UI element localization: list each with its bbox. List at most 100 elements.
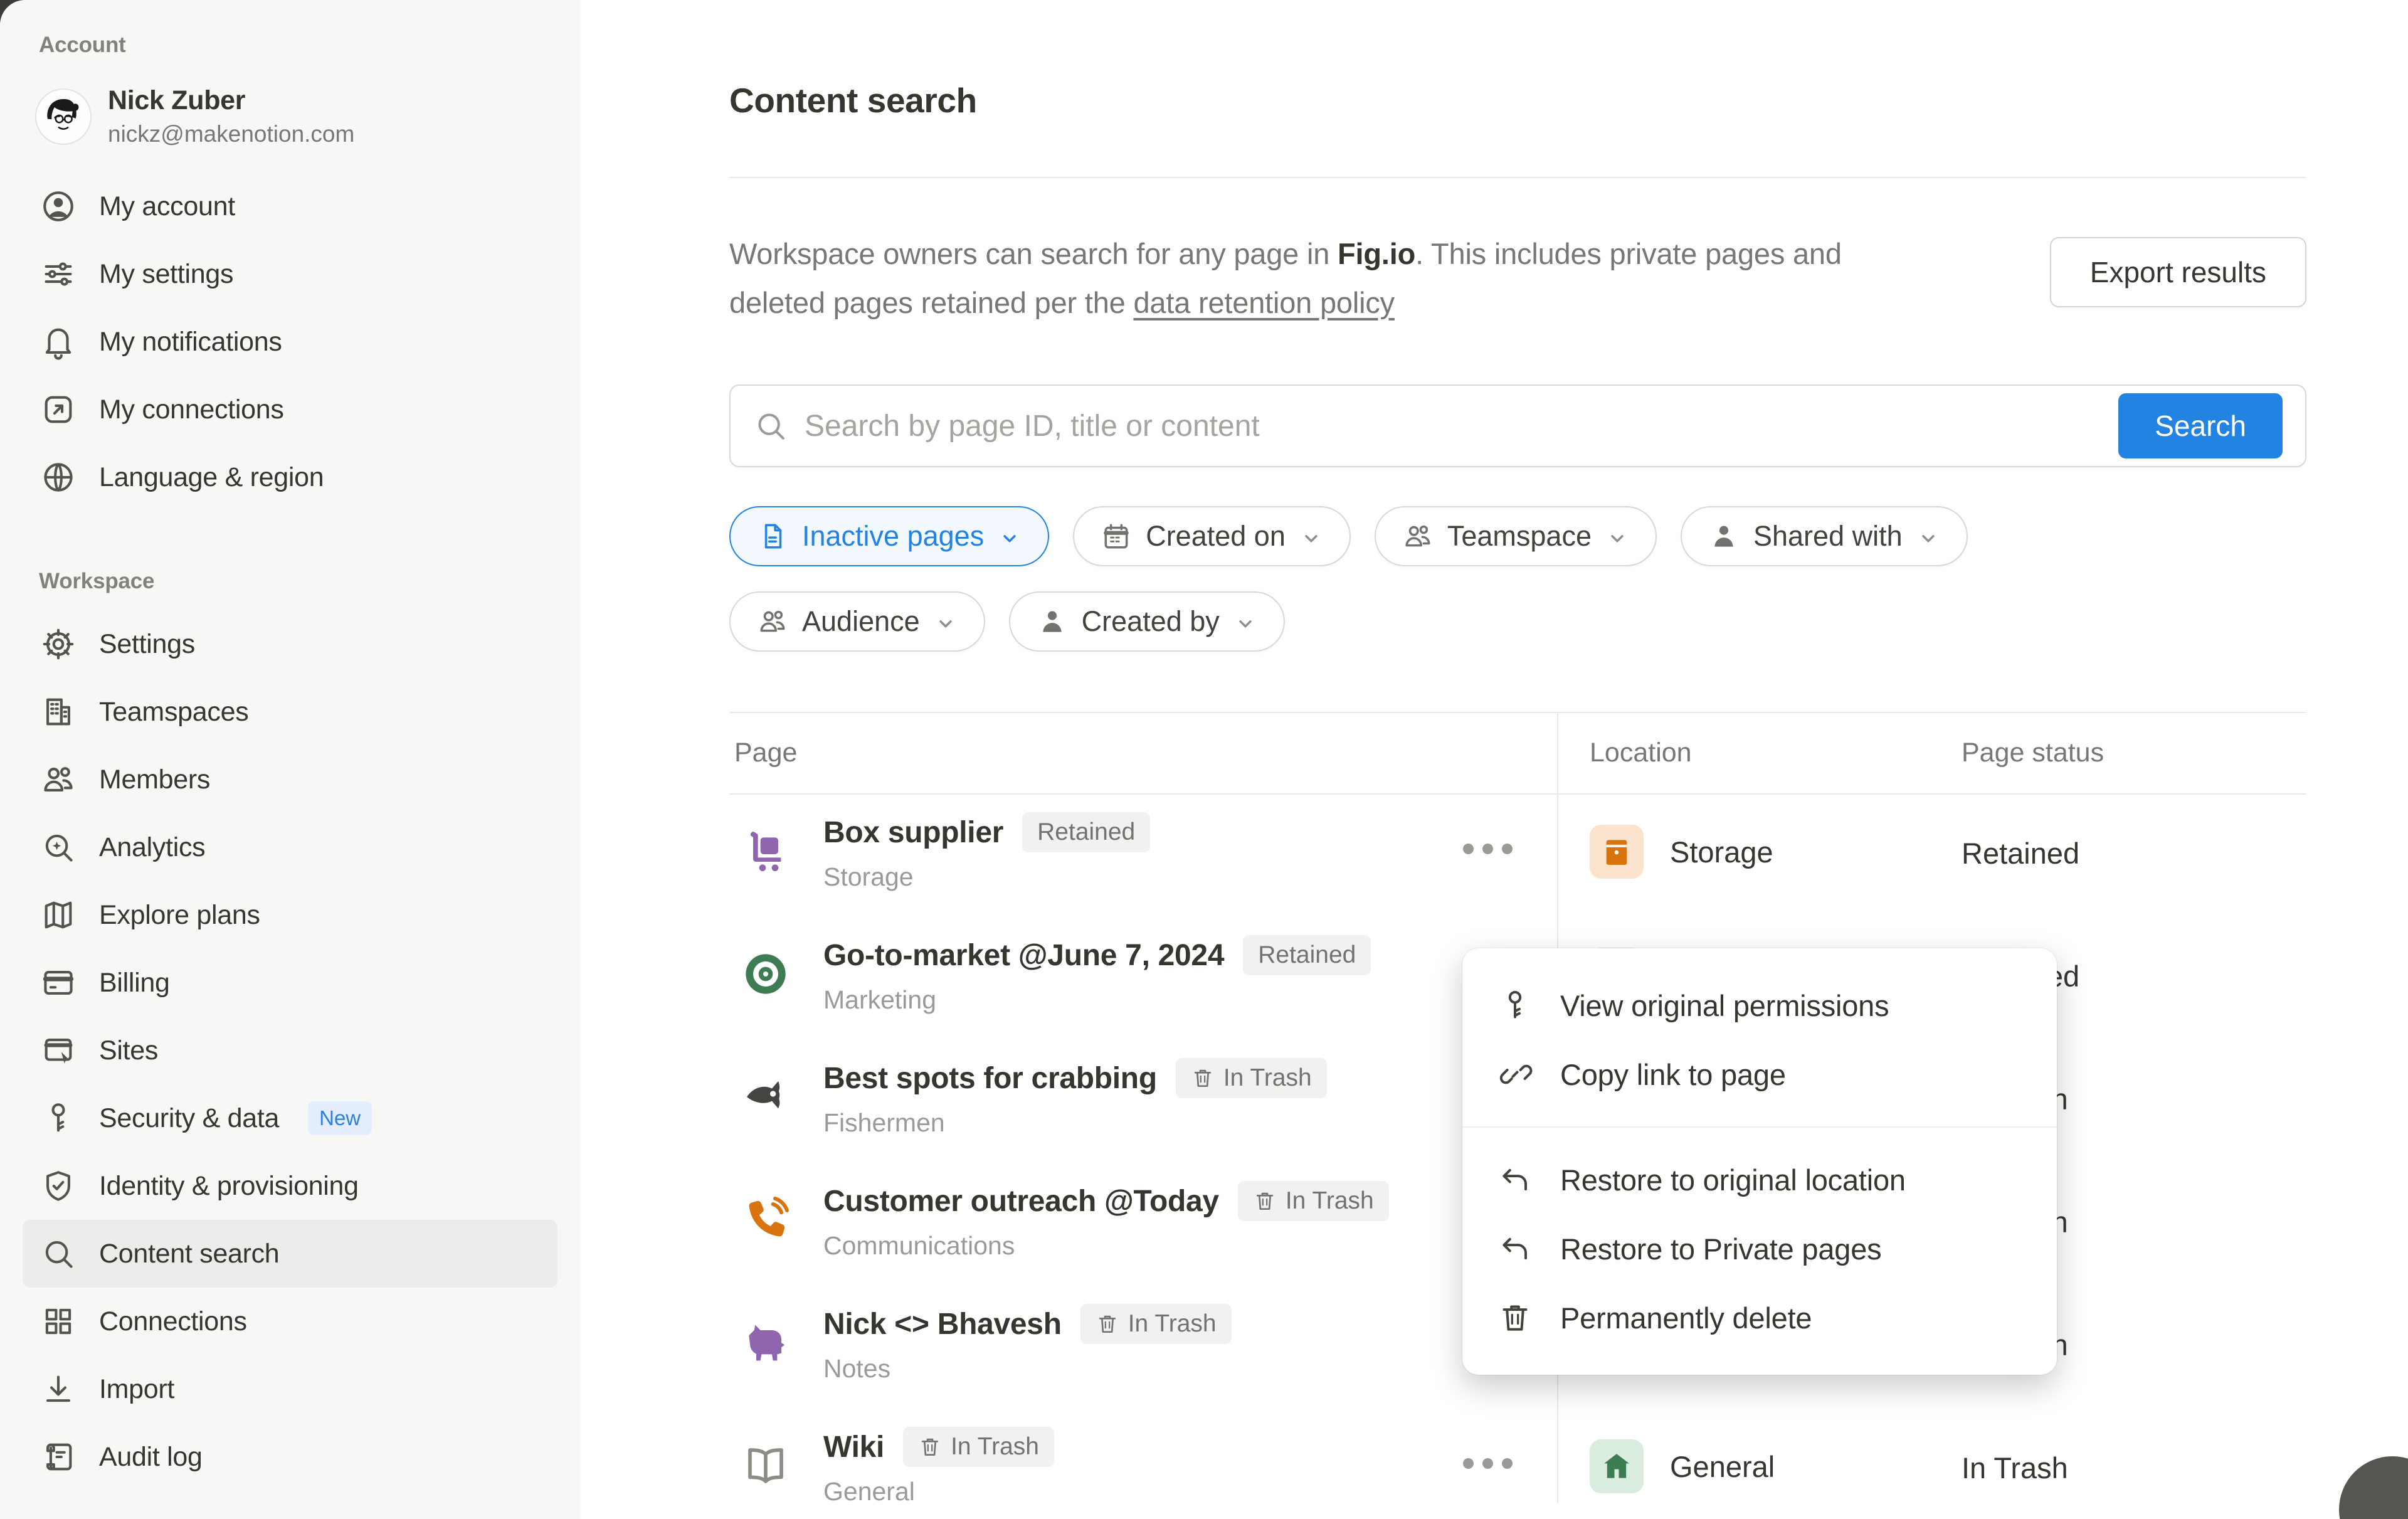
search-button[interactable]: Search (2118, 393, 2283, 458)
book-icon (741, 1441, 791, 1491)
browser-cursor-icon (40, 1032, 77, 1069)
title-divider (729, 177, 2306, 178)
sidebar-item-teamspaces[interactable]: Teamspaces (23, 678, 557, 746)
sidebar-item-import[interactable]: Import (23, 1355, 557, 1423)
location-label: Storage (1670, 835, 1773, 869)
table-row[interactable]: Box supplier Retained Storage Storage Re… (729, 795, 2306, 918)
sidebar-item-explore-plans[interactable]: Explore plans (23, 881, 557, 949)
building-icon (40, 694, 77, 730)
page-subtitle: Fishermen (823, 1108, 1327, 1138)
search-icon (40, 1236, 77, 1272)
people-icon (1402, 521, 1434, 552)
chevron-down-icon (1299, 524, 1323, 548)
sidebar-item-label: Settings (99, 629, 195, 660)
export-results-button[interactable]: Export results (2050, 237, 2306, 307)
search-icon (753, 408, 788, 443)
page-title: Content search (729, 80, 2306, 120)
filter-label: Created by (1082, 605, 1220, 638)
page-subtitle: Notes (823, 1354, 1232, 1384)
box-glyph-tile (1590, 825, 1644, 879)
menu-item-restore-to-original-location[interactable]: Restore to original location (1462, 1145, 2057, 1214)
page-description: Workspace owners can search for any page… (729, 230, 1921, 327)
filter-pill-created-on[interactable]: Created on (1073, 506, 1351, 566)
page-subtitle: Storage (823, 862, 1150, 892)
page-title-cell[interactable]: Best spots for crabbing (823, 1061, 1157, 1096)
sidebar-item-billing[interactable]: Billing (23, 949, 557, 1017)
column-header-location: Location (1590, 712, 1692, 793)
trash-icon (1253, 1189, 1277, 1213)
menu-item-copy-link-to-page[interactable]: Copy link to page (1462, 1040, 2057, 1109)
person-icon (1037, 606, 1068, 637)
column-header-page-status: Page status (1962, 712, 2104, 793)
sidebar-item-members[interactable]: Members (23, 746, 557, 813)
table-row[interactable]: Wiki In Trash General General In Trash (729, 1409, 2306, 1519)
page-title-cell[interactable]: Customer outreach @Today (823, 1184, 1219, 1219)
menu-item-permanently-delete[interactable]: Permanently delete (1462, 1283, 2057, 1352)
new-badge: New (308, 1101, 372, 1135)
page-status-badge: In Trash (1080, 1304, 1232, 1344)
page-status-cell: In Trash (1962, 1451, 2068, 1485)
donkey-icon (741, 1318, 791, 1368)
sidebar-item-my-notifications[interactable]: My notifications (23, 308, 557, 376)
sidebar-item-label: My account (99, 191, 235, 222)
chevron-down-icon (1233, 610, 1257, 633)
row-actions-button[interactable] (1463, 844, 1532, 854)
sidebar-item-analytics[interactable]: Analytics (23, 813, 557, 881)
sidebar-item-label: My settings (99, 259, 233, 290)
page-title-cell[interactable]: Nick <> Bhavesh (823, 1307, 1062, 1342)
filter-pill-audience[interactable]: Audience (729, 591, 985, 652)
section-label-account: Account (39, 33, 580, 58)
sidebar-item-my-connections[interactable]: My connections (23, 376, 557, 443)
sidebar-item-content-search[interactable]: Content search (23, 1220, 557, 1288)
menu-item-label: Permanently delete (1560, 1301, 1812, 1335)
badge-label: Retained (1258, 941, 1356, 969)
filter-pill-created-by[interactable]: Created by (1009, 591, 1285, 652)
account-user[interactable]: Nick Zuber nickz@makenotion.com (36, 85, 580, 147)
page-title-cell[interactable]: Go-to-market @June 7, 2024 (823, 938, 1224, 973)
sidebar-item-identity-provisioning[interactable]: Identity & provisioning (23, 1152, 557, 1220)
search-input[interactable] (805, 409, 2118, 443)
trash-icon (918, 1435, 942, 1459)
filter-label: Audience (802, 605, 920, 638)
sidebar-item-audit-log[interactable]: Audit log (23, 1423, 557, 1491)
sidebar-item-connections[interactable]: Connections (23, 1288, 557, 1355)
credit-card-icon (40, 965, 77, 1001)
sidebar-item-sites[interactable]: Sites (23, 1017, 557, 1084)
workspace-name: Fig.io (1338, 237, 1415, 270)
menu-item-view-original-permissions[interactable]: View original permissions (1462, 971, 2057, 1040)
filter-pill-shared-with[interactable]: Shared with (1681, 506, 1968, 566)
menu-item-label: Copy link to page (1560, 1057, 1786, 1092)
page-title-cell[interactable]: Wiki (823, 1430, 884, 1464)
data-retention-policy-link[interactable]: data retention policy (1133, 286, 1394, 319)
key-icon (40, 1100, 77, 1136)
undo-icon (1497, 1231, 1533, 1266)
section-label-workspace: Workspace (39, 569, 580, 594)
badge-label: Retained (1037, 818, 1135, 846)
chevron-down-icon (1916, 524, 1940, 548)
sidebar-item-language-region[interactable]: Language & region (23, 443, 557, 511)
page-status-badge: Retained (1022, 812, 1150, 852)
menu-item-restore-to-private-pages[interactable]: Restore to Private pages (1462, 1214, 2057, 1283)
filter-pill-teamspace[interactable]: Teamspace (1375, 506, 1657, 566)
sidebar-item-settings[interactable]: Settings (23, 610, 557, 678)
sidebar-list: My account My settings My notifications … (0, 172, 580, 511)
menu-divider (1462, 1126, 2057, 1128)
sidebar-item-my-settings[interactable]: My settings (23, 240, 557, 308)
sidebar-item-label: Analytics (99, 832, 205, 863)
page-subtitle: General (823, 1477, 1054, 1506)
page-title-cell[interactable]: Box supplier (823, 815, 1003, 850)
sidebar-item-security-data[interactable]: Security & data New (23, 1084, 557, 1152)
filter-pill-inactive-pages[interactable]: Inactive pages (729, 506, 1049, 566)
sidebar-item-label: Security & data (99, 1103, 279, 1134)
row-actions-button[interactable] (1463, 1458, 1532, 1469)
location-cell: Storage (1590, 825, 1773, 879)
badge-label: In Trash (1223, 1064, 1312, 1092)
sliders-icon (40, 256, 77, 292)
page-status-badge: In Trash (1176, 1058, 1327, 1098)
sidebar-item-my-account[interactable]: My account (23, 172, 557, 240)
sidebar-item-label: Connections (99, 1306, 247, 1337)
user-email: nickz@makenotion.com (108, 121, 354, 147)
menu-item-label: Restore to Private pages (1560, 1232, 1881, 1266)
shield-check-icon (40, 1168, 77, 1204)
sidebar-item-label: Teamspaces (99, 697, 248, 728)
